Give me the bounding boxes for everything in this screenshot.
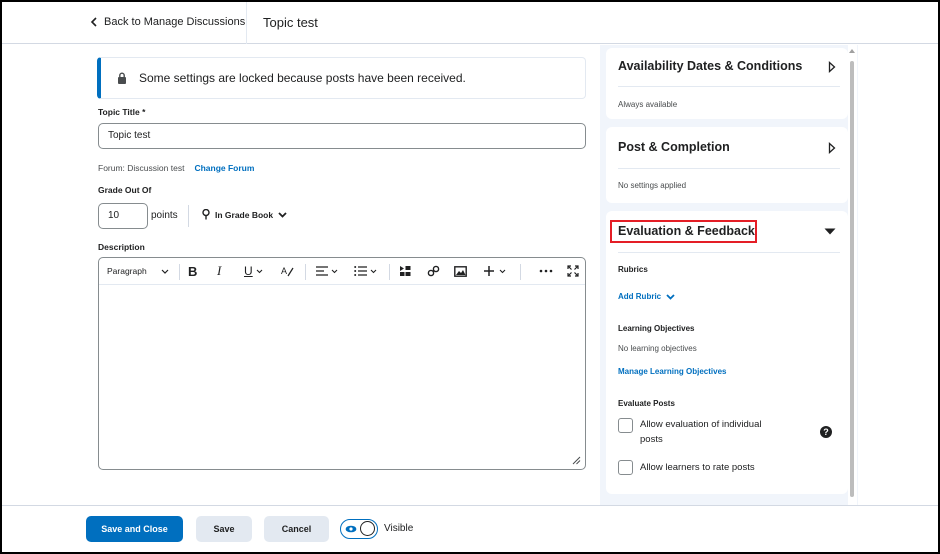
editor-toolbar: Paragraph B I U A <box>99 258 585 285</box>
underline-button[interactable]: U <box>244 264 263 278</box>
availability-subtitle: Always available <box>618 100 678 109</box>
save-and-close-button[interactable]: Save and Close <box>86 516 183 542</box>
fullscreen-icon[interactable] <box>567 264 579 278</box>
image-icon[interactable] <box>454 264 467 278</box>
back-link-label: Back to Manage Discussions <box>104 16 246 28</box>
learning-objectives-text: No learning objectives <box>618 344 697 353</box>
change-forum-link[interactable]: Change Forum <box>194 163 254 173</box>
toolbar-separator <box>305 264 306 280</box>
chevron-down-icon <box>331 269 338 273</box>
list-icon <box>354 266 367 276</box>
grade-divider <box>188 205 189 227</box>
grade-out-of-label: Grade Out Of <box>98 185 152 195</box>
add-button[interactable] <box>484 264 506 278</box>
clear-format-icon[interactable]: A <box>280 264 294 278</box>
paragraph-format-select[interactable]: Paragraph <box>107 264 169 278</box>
back-link[interactable]: Back to Manage Discussions <box>90 16 245 28</box>
post-completion-card[interactable]: Post & Completion No settings applied <box>606 127 848 203</box>
toolbar-separator <box>179 264 180 280</box>
caret-right-icon[interactable] <box>828 142 836 154</box>
chevron-down-icon <box>278 211 287 218</box>
chevron-left-icon <box>90 17 97 27</box>
card-divider <box>618 252 840 253</box>
points-label: points <box>151 210 178 221</box>
help-icon[interactable]: ? <box>820 426 832 438</box>
in-grade-book-dropdown[interactable]: In Grade Book <box>202 209 287 220</box>
align-button[interactable] <box>316 264 338 278</box>
topbar-divider <box>246 2 247 44</box>
alert-text: Some settings are locked because posts h… <box>139 71 466 85</box>
description-label: Description <box>98 242 145 252</box>
learning-objectives-label: Learning Objectives <box>618 324 695 333</box>
allow-individual-evaluation-label: Allow evaluation of individual posts <box>640 419 762 445</box>
allow-rate-posts-label: Allow learners to rate posts <box>640 462 755 473</box>
main-form: Some settings are locked because posts h… <box>2 45 600 505</box>
description-editor: Paragraph B I U A <box>98 257 586 470</box>
toggle-knob <box>360 521 375 536</box>
visibility-toggle[interactable] <box>340 519 378 539</box>
scroll-up-arrow[interactable] <box>849 49 855 53</box>
top-bar: Back to Manage Discussions Topic test <box>2 2 938 44</box>
visible-label: Visible <box>384 523 414 534</box>
locked-settings-alert: Some settings are locked because posts h… <box>97 57 586 99</box>
save-button[interactable]: Save <box>196 516 252 542</box>
resize-handle-icon[interactable] <box>571 455 581 465</box>
availability-title: Availability Dates & Conditions <box>618 59 803 73</box>
post-completion-title: Post & Completion <box>618 140 730 154</box>
lock-icon <box>118 72 126 84</box>
allow-rate-posts-checkbox[interactable] <box>618 460 633 475</box>
pin-icon <box>202 209 210 220</box>
evaluate-posts-label: Evaluate Posts <box>618 399 675 408</box>
card-divider <box>618 86 840 87</box>
settings-scrollbar[interactable] <box>848 45 857 505</box>
chevron-down-icon <box>370 269 377 273</box>
manage-learning-objectives-link[interactable]: Manage Learning Objectives <box>618 367 726 376</box>
allow-individual-evaluation-checkbox[interactable] <box>618 418 633 433</box>
settings-panel: Availability Dates & Conditions Always a… <box>600 45 858 505</box>
bold-icon[interactable]: B <box>188 264 197 279</box>
chevron-down-icon <box>499 269 506 273</box>
caret-down-icon[interactable] <box>824 228 836 235</box>
availability-card[interactable]: Availability Dates & Conditions Always a… <box>606 48 848 119</box>
bottom-action-bar: Save and Close Save Cancel Visible <box>2 505 938 552</box>
cancel-button[interactable]: Cancel <box>264 516 329 542</box>
app-frame: Back to Manage Discussions Topic test So… <box>2 2 938 552</box>
topic-title-label: Topic Title * <box>98 107 146 117</box>
more-icon[interactable] <box>539 264 553 278</box>
add-rubric-button[interactable]: Add Rubric <box>618 292 675 301</box>
svg-text:A: A <box>281 266 287 276</box>
in-grade-book-label: In Grade Book <box>215 209 274 220</box>
add-icon <box>484 266 494 276</box>
evaluation-feedback-title[interactable]: Evaluation & Feedback <box>618 224 755 238</box>
chevron-down-icon <box>256 269 263 273</box>
grade-out-of-input[interactable]: 10 <box>98 203 148 229</box>
chevron-down-icon <box>161 269 169 274</box>
caret-right-icon[interactable] <box>828 61 836 73</box>
italic-icon[interactable]: I <box>217 263 221 278</box>
scroll-thumb[interactable] <box>850 61 854 497</box>
description-text-area[interactable] <box>99 286 585 469</box>
underline-icon: U <box>244 264 253 278</box>
chevron-down-icon <box>666 293 675 300</box>
toolbar-separator <box>520 264 521 280</box>
insert-media-icon[interactable] <box>399 264 412 278</box>
rubrics-label: Rubrics <box>618 265 648 274</box>
evaluation-feedback-card: Evaluation & Feedback Rubrics Add Rubric… <box>606 211 848 494</box>
post-completion-subtitle: No settings applied <box>618 181 687 190</box>
paragraph-format-label: Paragraph <box>107 266 147 276</box>
align-icon <box>316 266 328 276</box>
topic-title-input[interactable]: Topic test <box>98 123 586 149</box>
page-title: Topic test <box>263 15 318 30</box>
list-button[interactable] <box>354 264 377 278</box>
card-divider <box>618 168 840 169</box>
add-rubric-label: Add Rubric <box>618 292 662 301</box>
toolbar-separator <box>389 264 390 280</box>
eye-icon <box>345 525 357 533</box>
link-icon[interactable] <box>427 264 440 278</box>
forum-name: Forum: Discussion test <box>98 163 185 173</box>
forum-line: Forum: Discussion test Change Forum <box>98 163 254 173</box>
